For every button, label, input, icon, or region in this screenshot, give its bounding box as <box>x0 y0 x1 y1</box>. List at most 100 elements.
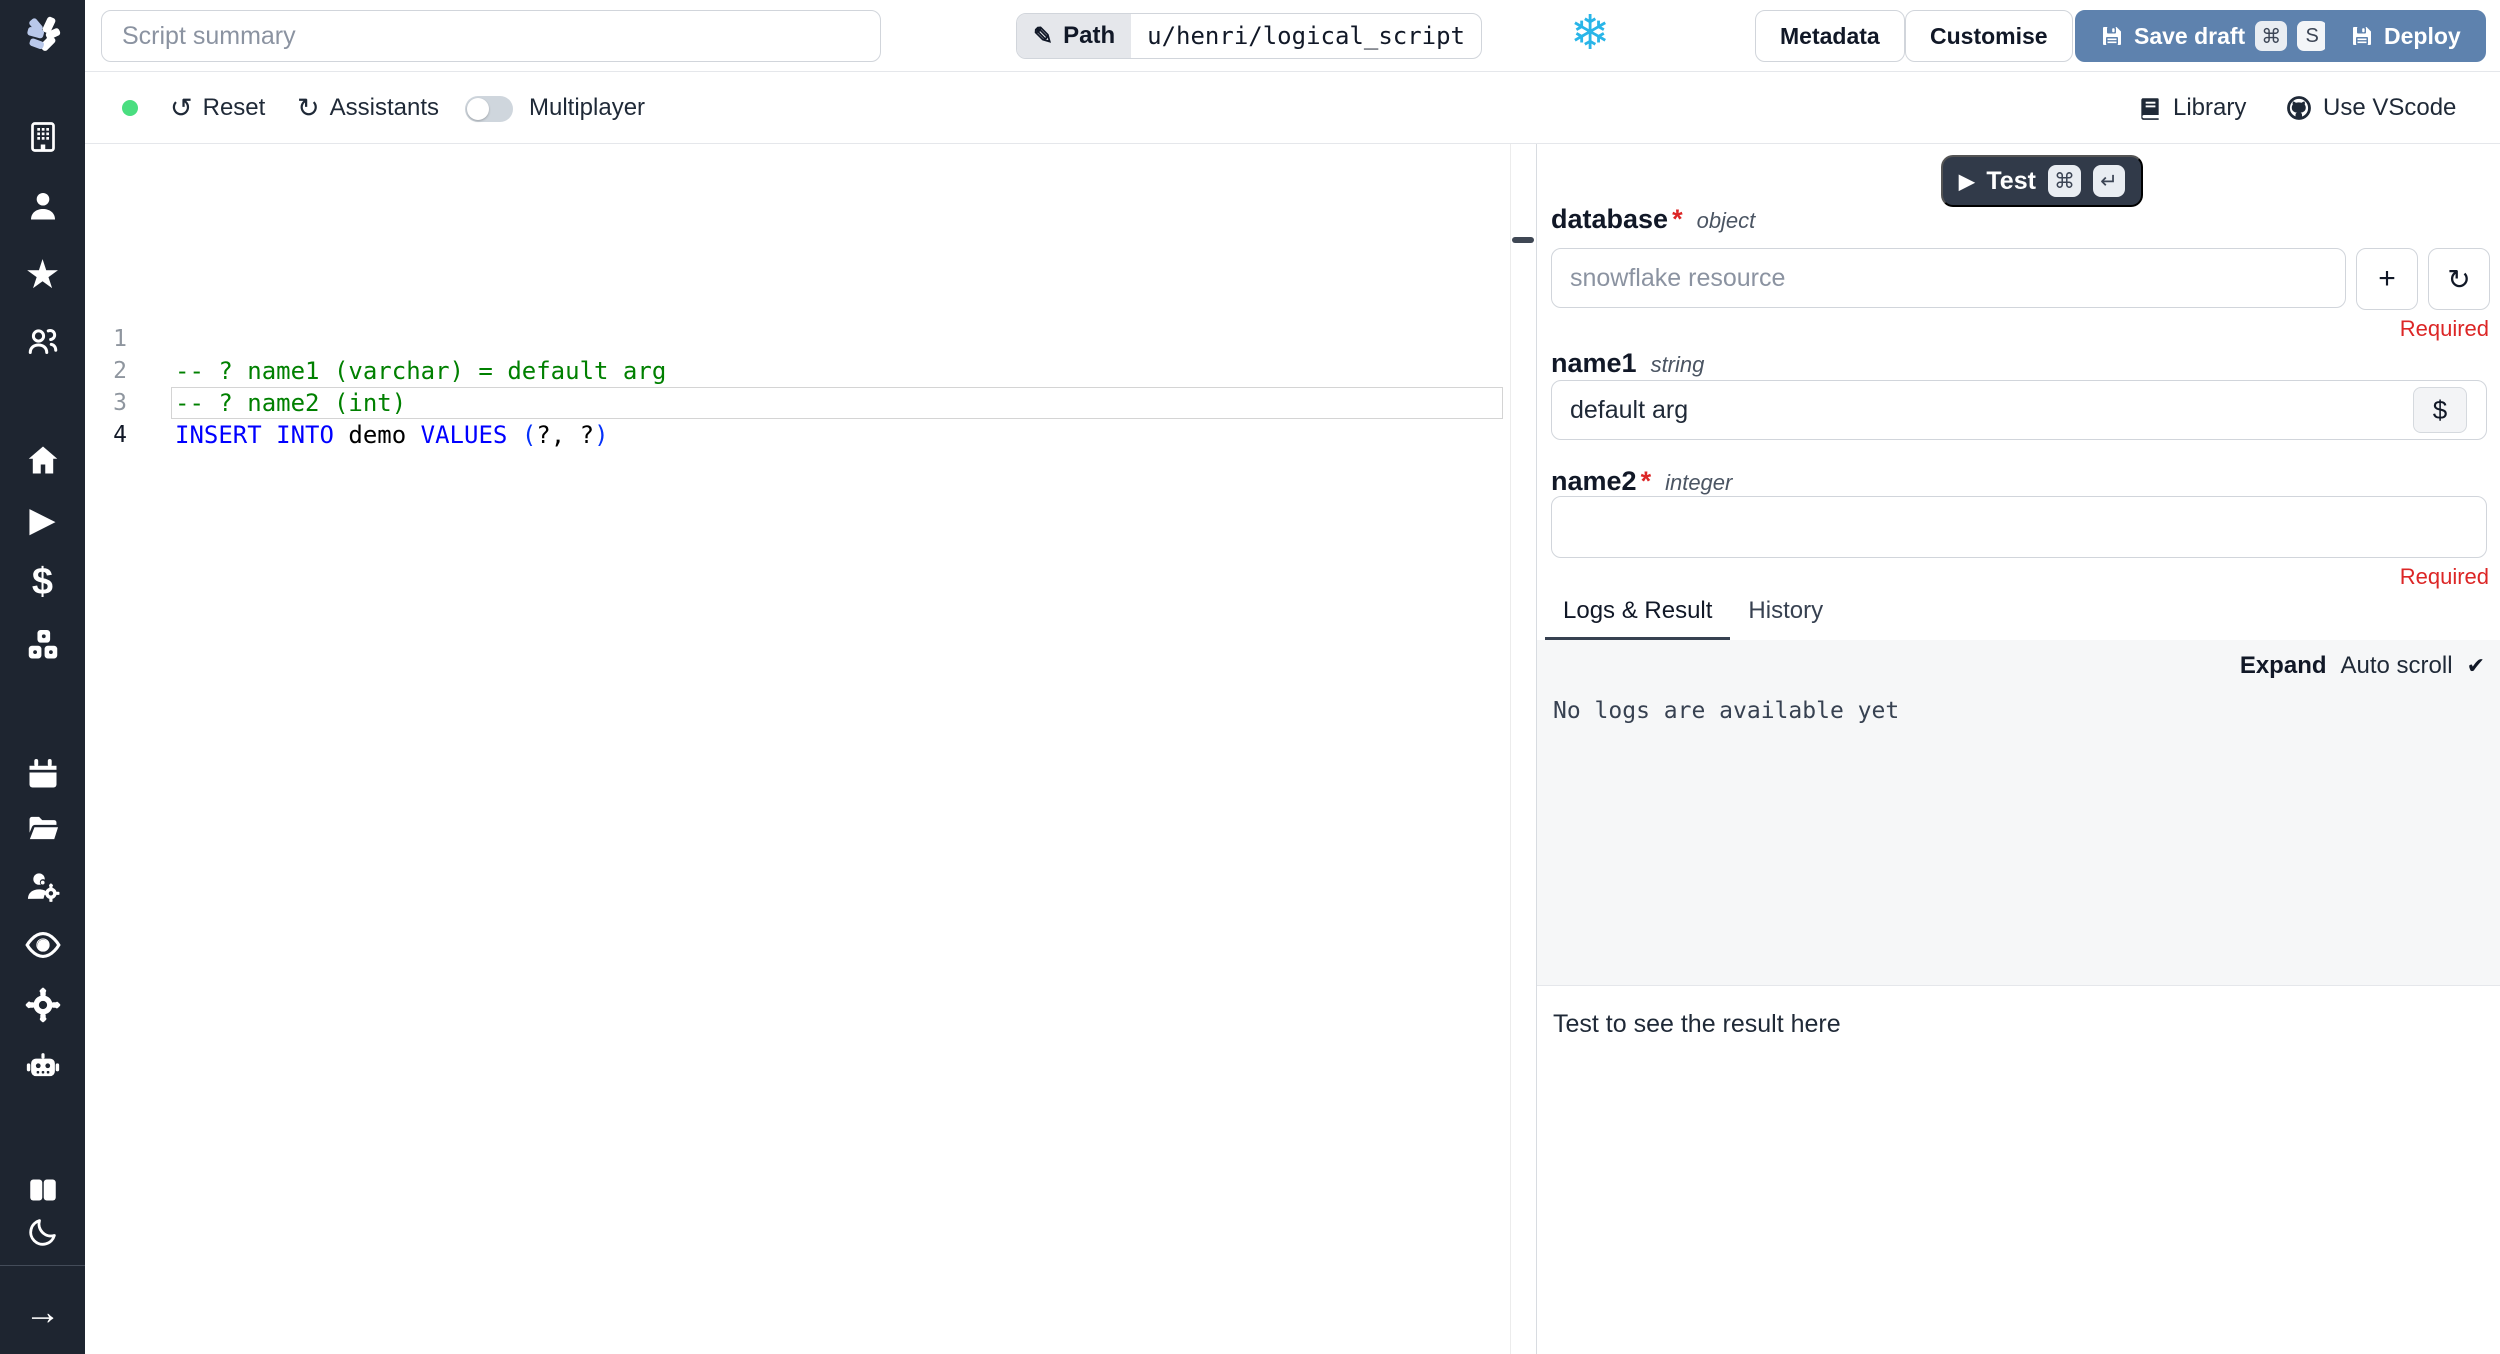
code-token: -- ? name1 (varchar) = default arg <box>175 357 667 385</box>
plus-icon: + <box>2378 262 2396 295</box>
code-token: ?, ? <box>536 421 595 449</box>
multiplayer-toggle[interactable] <box>465 96 513 122</box>
customise-label: Customise <box>1930 22 2048 49</box>
arg-type: integer <box>1665 470 1733 495</box>
arg-type: string <box>1650 352 1705 377</box>
sidebar-item-folders[interactable] <box>0 804 85 852</box>
database-input[interactable] <box>1551 248 2346 308</box>
code-token: ) <box>594 421 609 449</box>
metadata-button[interactable]: Metadata <box>1755 10 1905 62</box>
arg-type: object <box>1696 208 1756 233</box>
command-key-icon: ⌘ <box>2047 165 2081 197</box>
toggle-knob <box>467 98 489 120</box>
code-line-4: 4 <box>85 387 143 448</box>
logs-controls: Expand Auto scroll ✔ <box>2240 652 2485 680</box>
name1-input-row: $ <box>1551 380 2487 440</box>
sidebar-item-settings[interactable] <box>0 981 85 1029</box>
editor-toolbar: ↺ Reset ↻ Assistants Multiplayer Library… <box>85 72 2500 144</box>
windmill-logo-icon <box>26 16 60 51</box>
name1-input[interactable] <box>1551 380 2487 440</box>
dollar-icon: $ <box>2432 394 2448 425</box>
dollar-icon: $ <box>31 561 54 603</box>
add-resource-button[interactable]: + <box>2356 248 2418 310</box>
arrow-right-icon: → <box>24 1291 61 1332</box>
user-gear-icon <box>27 873 59 902</box>
variable-picker-button[interactable]: $ <box>2413 387 2467 433</box>
assistants-button[interactable]: ↻ Assistants <box>297 72 439 144</box>
path-field[interactable]: ✎ Path u/henri/logical_script <box>1016 13 1483 59</box>
code-token: VALUES <box>420 421 508 449</box>
autoscroll-label[interactable]: Auto scroll <box>2341 652 2453 680</box>
required-hint: Required <box>2399 316 2489 341</box>
tab-logs-result[interactable]: Logs & Result <box>1545 597 1731 640</box>
splitter-handle-icon <box>1512 237 1534 243</box>
save-draft-button[interactable]: Save draft ⌘ S <box>2075 10 2353 62</box>
eye-icon <box>24 932 61 958</box>
expand-sidebar-button[interactable]: → <box>0 1288 85 1336</box>
robot-icon <box>26 1053 59 1077</box>
test-button[interactable]: ▶ Test ⌘ ↵ <box>1941 155 2143 207</box>
deploy-label: Deploy <box>2384 22 2461 49</box>
gear-icon <box>25 987 60 1023</box>
expand-button[interactable]: Expand <box>2240 652 2327 680</box>
save-draft-label: Save draft <box>2134 22 2246 49</box>
sidebar-item-groups[interactable] <box>0 318 85 366</box>
sidebar-item-schedules[interactable] <box>0 750 85 798</box>
multiplayer-label-text: Multiplayer <box>529 94 646 121</box>
sidebar-item-groups-admin[interactable] <box>0 863 85 911</box>
reset-label: Reset <box>202 94 266 121</box>
panel-splitter[interactable] <box>1511 144 1536 1354</box>
database-input-row: + ↻ <box>1551 248 2490 310</box>
sidebar-item-workspace[interactable] <box>0 113 85 161</box>
enter-key-icon: ↵ <box>2092 165 2125 197</box>
command-key-icon: ⌘ <box>2255 21 2288 51</box>
library-book-icon <box>2141 98 2159 120</box>
arg-name: name1 <box>1551 348 1637 378</box>
code-token: ( <box>521 421 537 449</box>
multiplayer-label: Multiplayer <box>529 72 645 144</box>
s-key: S <box>2297 21 2328 51</box>
result-hint-text: Test to see the result here <box>1553 1010 1841 1038</box>
sidebar-item-audit-logs[interactable] <box>0 921 85 969</box>
customise-button[interactable]: Customise <box>1905 10 2073 62</box>
run-panel: ▶ Test ⌘ ↵ database* object + ↻ Required… <box>1536 144 2500 1354</box>
test-label: Test <box>1986 166 2036 195</box>
play-icon: ▶ <box>29 501 56 539</box>
path-value: u/henri/logical_script <box>1147 22 1466 50</box>
line-number: 4 <box>113 422 127 448</box>
refresh-icon: ↻ <box>2447 263 2471 295</box>
github-icon <box>2287 96 2311 120</box>
sidebar-item-user[interactable] <box>0 182 85 230</box>
result-pane: Test to see the result here <box>1537 985 2500 1354</box>
sidebar-item-ai[interactable] <box>0 1041 85 1089</box>
arg-name: database <box>1551 204 1669 234</box>
sidebar-item-docs[interactable] <box>0 1166 85 1214</box>
cubes-icon <box>28 629 57 659</box>
windmill-logo[interactable] <box>0 10 85 58</box>
reset-button[interactable]: ↺ Reset <box>170 72 265 144</box>
tab-history[interactable]: History <box>1730 597 1841 640</box>
pencil-icon: ✎ <box>1033 22 1054 50</box>
sidebar-item-variables[interactable]: $ <box>0 558 85 606</box>
code-editor[interactable]: 1 -- ? name1 (varchar) = default arg 2 -… <box>85 144 1511 1354</box>
sidebar-item-runs[interactable]: ▶ <box>0 496 85 544</box>
home-icon <box>28 446 57 474</box>
folder-icon <box>29 816 58 840</box>
sidebar-item-favorites[interactable]: ★ <box>0 251 85 299</box>
sidebar-item-home[interactable] <box>0 436 85 484</box>
deploy-button[interactable]: Deploy <box>2325 10 2486 62</box>
check-icon[interactable]: ✔ <box>2467 653 2485 679</box>
sidebar-item-resources[interactable] <box>0 621 85 669</box>
refresh-icon: ↻ <box>297 92 320 123</box>
dark-mode-toggle[interactable] <box>0 1208 85 1256</box>
required-hint: Required <box>2399 564 2489 589</box>
use-vscode-button[interactable]: Use VScode <box>2285 72 2456 144</box>
building-icon <box>30 122 55 152</box>
use-vscode-label: Use VScode <box>2323 94 2457 121</box>
star-icon: ★ <box>24 253 61 297</box>
name2-input[interactable] <box>1551 496 2487 558</box>
script-summary-input[interactable] <box>101 10 881 62</box>
library-button[interactable]: Library <box>2137 72 2246 144</box>
refresh-resource-button[interactable]: ↻ <box>2428 248 2490 310</box>
